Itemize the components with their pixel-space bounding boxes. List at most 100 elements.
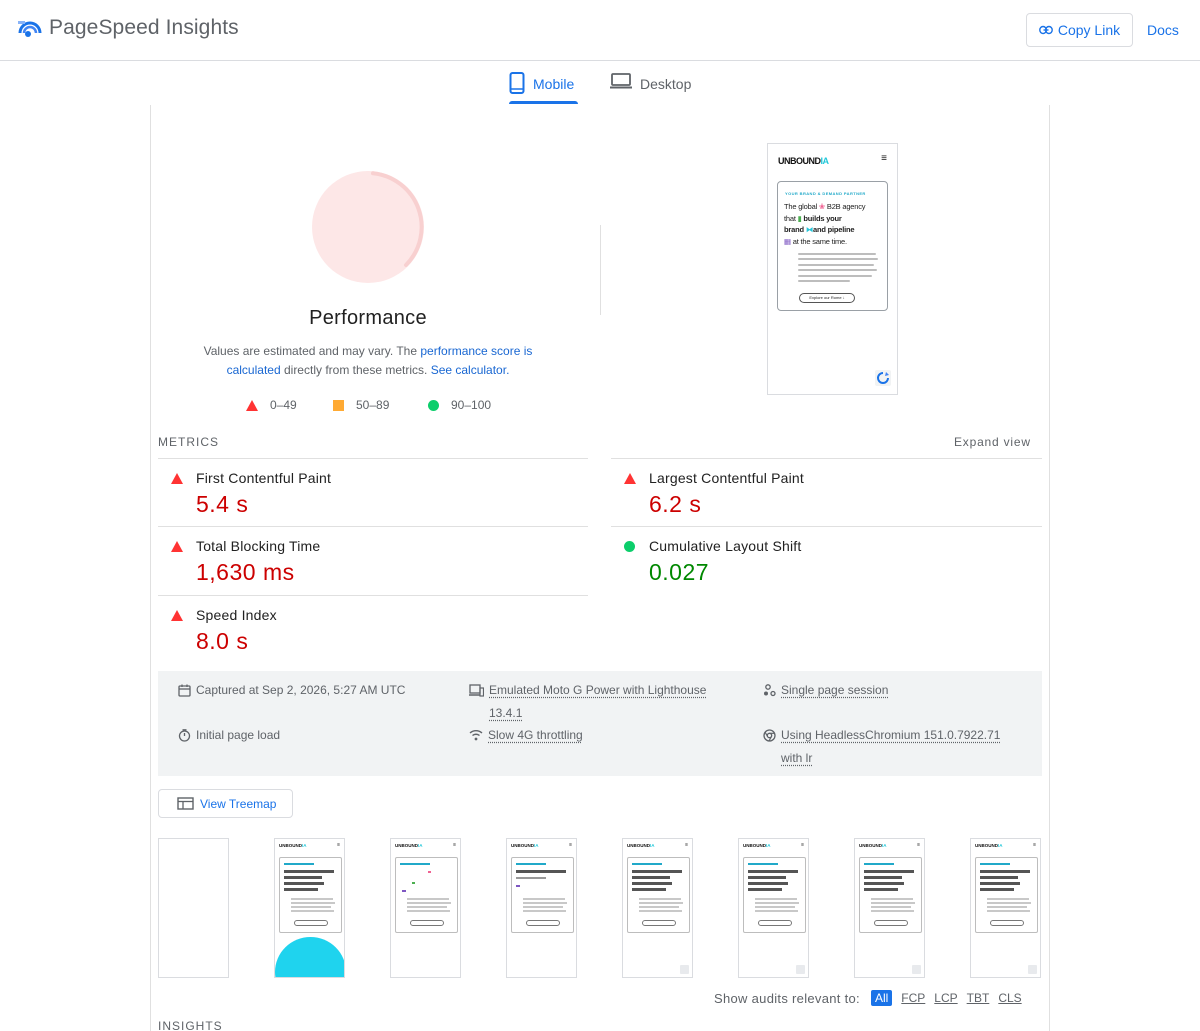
content-border-right — [1049, 105, 1050, 1031]
env-device[interactable]: Emulated Moto G Power with Lighthouse 13… — [469, 679, 729, 724]
square-icon — [333, 399, 344, 411]
frame-logo-accent: IA — [302, 843, 307, 848]
env-device-label: Emulated Moto G Power with Lighthouse — [489, 683, 707, 697]
frame-logo-main: UNBOUND — [511, 843, 534, 848]
top-bar: PageSpeed Insights Copy Link Docs — [0, 0, 1200, 61]
section-divider — [600, 225, 601, 315]
grid-icon: ▦ — [784, 236, 791, 246]
frame-hero-card — [859, 857, 922, 933]
env-browser-label: Using HeadlessChromium 151.0.7922.71 — [781, 728, 1001, 742]
tab-mobile-label: Mobile — [533, 76, 575, 92]
headline-part: The global — [784, 202, 819, 211]
metric-name: Total Blocking Time — [196, 538, 321, 554]
hero-body-text — [798, 253, 878, 285]
docs-link[interactable]: Docs — [1147, 22, 1179, 38]
legend-average-label: 50–89 — [356, 398, 390, 412]
final-screenshot[interactable]: UNBOUNDIA ≡ YOUR BRAND & DEMAND PARTNER … — [767, 143, 898, 395]
tab-desktop[interactable]: Desktop — [610, 70, 691, 104]
hamburger-menu-icon: ≡ — [337, 842, 340, 848]
hamburger-menu-icon: ≡ — [685, 842, 688, 848]
metric-value: 6.2 s — [649, 491, 702, 517]
hero-eyebrow: YOUR BRAND & DEMAND PARTNER — [785, 191, 866, 196]
site-logo: UNBOUNDIA — [778, 156, 829, 166]
metric-value: 5.4 s — [196, 491, 249, 517]
stack-icon: ▮ — [797, 213, 802, 223]
laptop-icon — [610, 73, 632, 89]
expand-view-toggle[interactable]: Expand view — [954, 435, 1031, 449]
env-session[interactable]: Single page session — [763, 679, 888, 702]
legend-average: 50–89 — [333, 398, 389, 412]
filmstrip-frame: UNBOUNDIA ≡ — [390, 838, 461, 978]
hero-headline: The global ❀ B2B agency that ▮ builds yo… — [784, 201, 884, 247]
frame-logo-main: UNBOUND — [627, 843, 650, 848]
view-treemap-button[interactable]: View Treemap — [158, 789, 293, 818]
filter-cls[interactable]: CLS — [998, 991, 1021, 1005]
legend-poor-label: 0–49 — [270, 398, 297, 412]
brand[interactable]: PageSpeed Insights — [18, 16, 239, 40]
frame-hero-card — [279, 857, 342, 933]
env-load-label: Initial page load — [196, 728, 281, 742]
recaptcha-icon — [1028, 965, 1037, 974]
env-load: Initial page load — [178, 724, 280, 747]
view-treemap-label: View Treemap — [200, 796, 277, 811]
frame-logo-main: UNBOUND — [395, 843, 418, 848]
metric-value: 0.027 — [649, 559, 710, 585]
audit-filter: Show audits relevant to: All FCP LCP TBT… — [714, 990, 1031, 1006]
timer-icon — [178, 729, 191, 742]
hamburger-menu-icon: ≡ — [569, 842, 572, 848]
hamburger-menu-icon: ≡ — [801, 842, 804, 848]
hamburger-menu-icon: ≡ — [917, 842, 920, 848]
headline-part: and pipeline — [813, 225, 855, 234]
frame-logo-main: UNBOUND — [859, 843, 882, 848]
metric-value: 8.0 s — [196, 628, 249, 654]
calendar-icon — [178, 684, 191, 697]
frame-logo-main: UNBOUND — [743, 843, 766, 848]
triangle-icon — [171, 473, 183, 484]
frame-site-logo: UNBOUNDIA — [743, 843, 771, 848]
frame-logo-accent: IA — [650, 843, 655, 848]
see-calculator-link[interactable]: See calculator. — [431, 363, 510, 377]
recaptcha-icon — [875, 370, 891, 386]
insights-header: INSIGHTS — [158, 1019, 223, 1031]
env-browser[interactable]: Using HeadlessChromium 151.0.7922.71 wit… — [763, 724, 1028, 769]
link-icon — [1038, 25, 1053, 35]
filter-fcp[interactable]: FCP — [901, 991, 925, 1005]
copy-link-button[interactable]: Copy Link — [1026, 13, 1133, 47]
hamburger-menu-icon: ≡ — [1033, 842, 1036, 848]
metric-cumulative-layout-shift: Cumulative Layout Shift 0.027 — [611, 527, 1011, 595]
smartphone-icon — [509, 72, 525, 94]
hamburger-menu-icon: ≡ — [453, 842, 456, 848]
site-logo-accent: IA — [820, 156, 830, 166]
metric-name: Largest Contentful Paint — [649, 470, 805, 486]
env-throttling[interactable]: Slow 4G throttling — [469, 724, 583, 747]
frame-logo-main: UNBOUND — [279, 843, 302, 848]
filter-lcp[interactable]: LCP — [934, 991, 957, 1005]
copy-link-label: Copy Link — [1057, 22, 1121, 38]
frame-logo-accent: IA — [534, 843, 539, 848]
frame-logo-accent: IA — [882, 843, 887, 848]
env-captured-label: Captured at Sep 2, 2026, 5:27 AM UTC — [196, 683, 406, 697]
brand-name: PageSpeed Insights — [49, 16, 239, 39]
tab-mobile[interactable]: Mobile — [509, 70, 578, 104]
filmstrip-frame: UNBOUNDIA ≡ We're here to Two equal in. … — [274, 838, 345, 978]
triangle-icon — [171, 610, 183, 621]
performance-title: Performance — [309, 307, 427, 329]
recaptcha-icon — [912, 965, 921, 974]
filter-tbt[interactable]: TBT — [967, 991, 990, 1005]
metric-name: First Contentful Paint — [196, 470, 332, 486]
metrics-header: METRICS — [158, 435, 219, 449]
frame-site-logo: UNBOUNDIA — [975, 843, 1003, 848]
env-device-version: 13.4.1 — [489, 705, 523, 720]
circle-icon — [624, 541, 635, 552]
frame-site-logo: UNBOUNDIA — [511, 843, 539, 848]
filter-all[interactable]: All — [870, 990, 893, 1006]
filmstrip-frame: UNBOUNDIA ≡ — [622, 838, 693, 978]
frame-hero-card — [511, 857, 574, 933]
performance-gauge — [312, 171, 424, 283]
metric-total-blocking-time: Total Blocking Time 1,630 ms — [158, 527, 558, 595]
frame-hero-card — [627, 857, 690, 933]
triangle-icon — [624, 473, 636, 484]
triangle-icon — [171, 541, 183, 552]
metric-value: 1,630 ms — [196, 559, 295, 585]
headline-part: builds your — [803, 213, 842, 223]
